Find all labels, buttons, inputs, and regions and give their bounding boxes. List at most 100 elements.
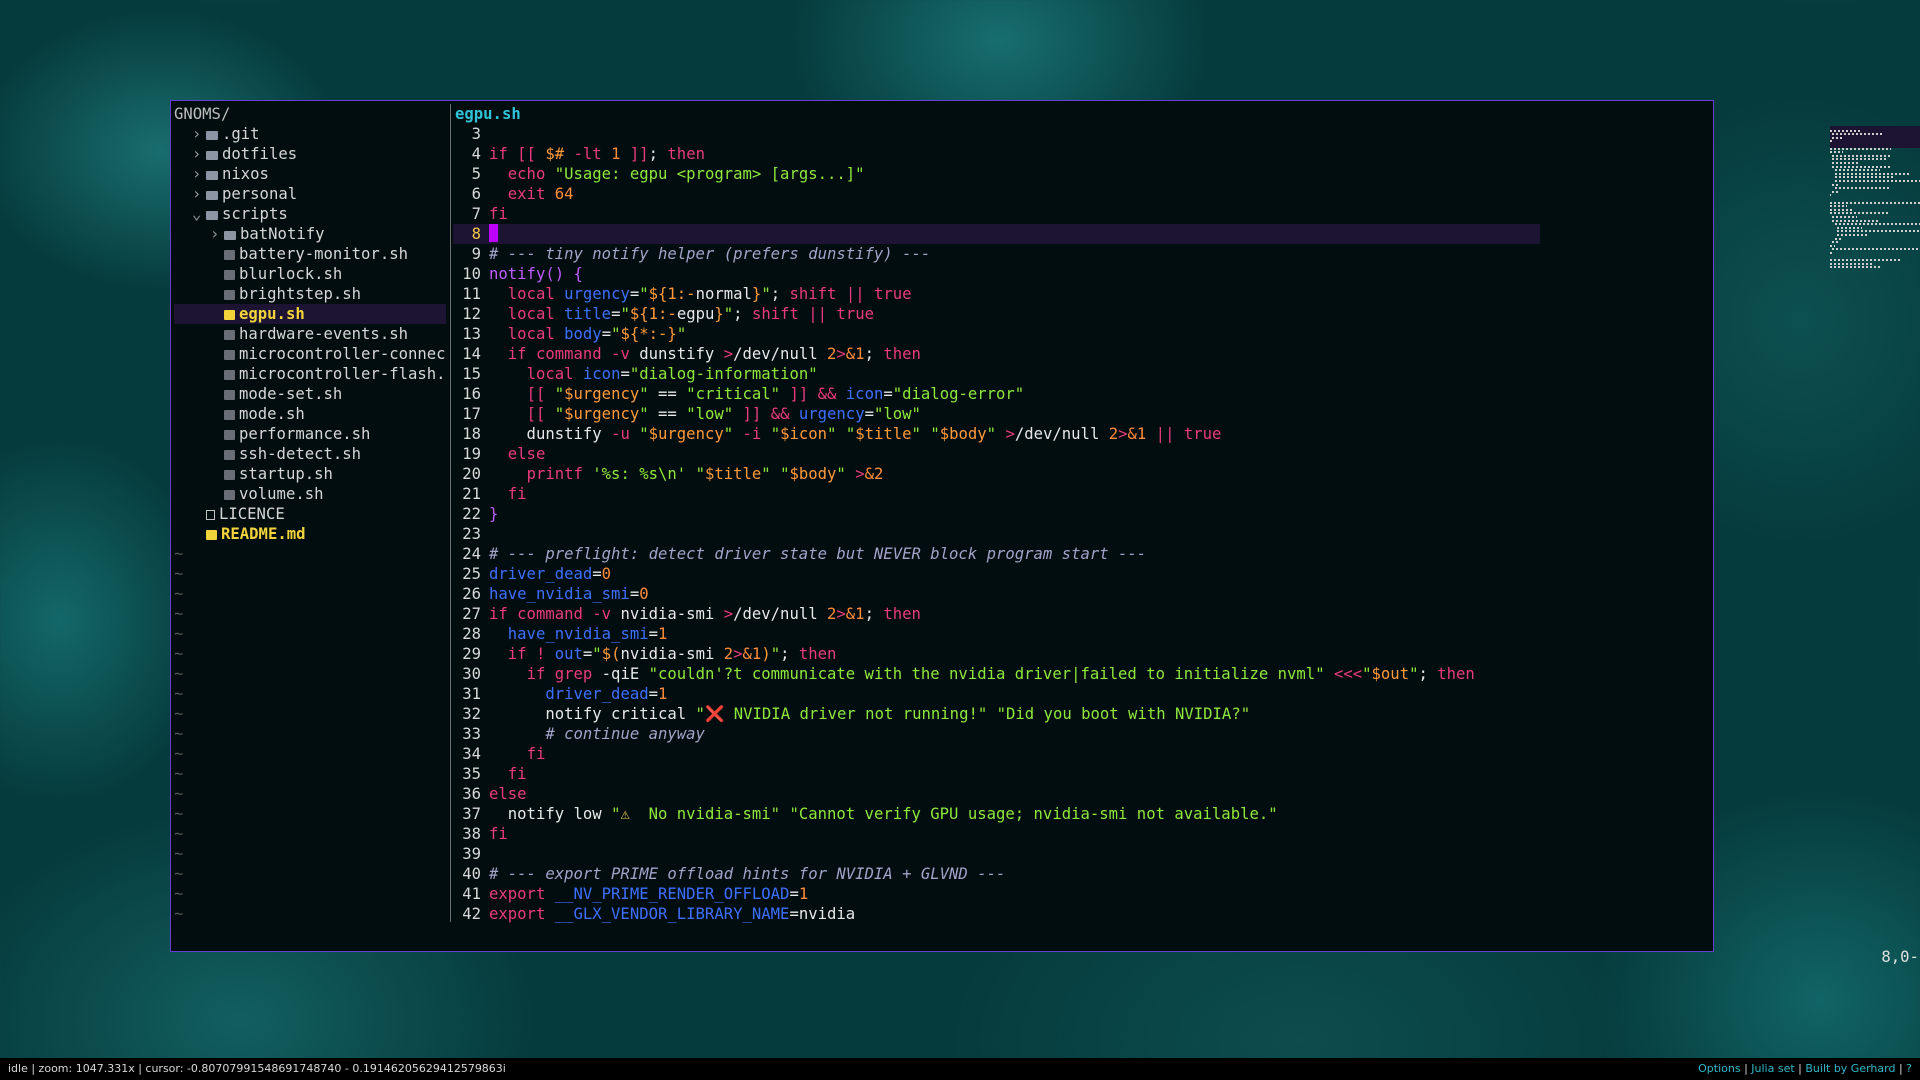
code-line[interactable]: 8 xyxy=(453,224,1540,244)
file-icon xyxy=(224,270,235,280)
tree-item[interactable]: egpu.sh xyxy=(174,304,446,324)
minimap-line xyxy=(1832,219,1881,222)
bottom-link[interactable]: ? xyxy=(1906,1062,1912,1075)
code-line[interactable]: 7 fi xyxy=(453,204,1713,224)
code-line[interactable]: 33 # continue anyway xyxy=(453,724,1713,744)
tree-item[interactable]: startup.sh xyxy=(174,464,446,484)
code-line[interactable]: 24 # --- preflight: detect driver state b… xyxy=(453,544,1713,564)
code-token: # continue anyway xyxy=(545,725,705,743)
code-line[interactable]: 12 local title="${1:-egpu}"; shift || tr… xyxy=(453,304,1713,324)
code-lines[interactable]: 3 4 if [[ $# -lt 1 ]]; then 5 echo "Usage: … xyxy=(453,124,1713,924)
tree-item[interactable]: › .git xyxy=(174,124,446,144)
link-separator: | xyxy=(1794,1062,1806,1075)
line-number: 3 xyxy=(471,125,481,143)
code-line[interactable]: 10 notify() { xyxy=(453,264,1713,284)
tree-item[interactable]: microcontroller-connec xyxy=(174,344,446,364)
code-line[interactable]: 37 notify low "⚠ No nvidia-smi" "Cannot … xyxy=(453,804,1713,824)
tree-item[interactable]: mode-set.sh xyxy=(174,384,446,404)
code-line[interactable]: 18 dunstify -u "$urgency" -i "$icon" "$t… xyxy=(453,424,1713,444)
code-line[interactable]: 31 driver_dead=1 xyxy=(453,684,1713,704)
tree-item[interactable]: performance.sh xyxy=(174,424,446,444)
file-icon xyxy=(224,410,235,420)
code-token: " xyxy=(911,425,921,443)
line-number: 4 xyxy=(471,145,481,163)
code-line[interactable]: 30 if grep -qiE "couldn'?t communicate w… xyxy=(453,664,1713,684)
code-line[interactable]: 5 echo "Usage: egpu <program> [args...]" xyxy=(453,164,1713,184)
tree-item[interactable]: mode.sh xyxy=(174,404,446,424)
tree-item[interactable]: volume.sh xyxy=(174,484,446,504)
code-line[interactable]: 19 else xyxy=(453,444,1713,464)
chevron-right-icon[interactable]: › xyxy=(192,184,206,204)
code-token: ]] && xyxy=(780,385,846,403)
chevron-right-icon[interactable]: › xyxy=(192,124,206,144)
code-line[interactable]: 21 fi xyxy=(453,484,1713,504)
code-line[interactable]: 35 fi xyxy=(453,764,1713,784)
code-line[interactable]: 25 driver_dead=0 xyxy=(453,564,1713,584)
minimap[interactable] xyxy=(1830,126,1920,286)
code-line[interactable]: 41 export __NV_PRIME_RENDER_OFFLOAD=1 xyxy=(453,884,1713,904)
tree-item[interactable]: battery-monitor.sh xyxy=(174,244,446,264)
code-line[interactable]: 27 if command -v nvidia-smi >/dev/null 2>… xyxy=(453,604,1713,624)
chevron-right-icon[interactable]: › xyxy=(192,164,206,184)
tree-item[interactable]: ⌄ scripts xyxy=(174,204,446,224)
code-line[interactable]: 11 local urgency="${1:-normal}"; shift |… xyxy=(453,284,1713,304)
code-line[interactable]: 26 have_nvidia_smi=0 xyxy=(453,584,1713,604)
tree-item[interactable]: › dotfiles xyxy=(174,144,446,164)
code-line[interactable]: 23 xyxy=(453,524,1713,544)
code-line[interactable]: 9 # --- tiny notify helper (prefers dunst… xyxy=(453,244,1713,264)
code-line[interactable]: 3 xyxy=(453,124,1713,144)
code-line[interactable]: 13 local body="${*:-}" xyxy=(453,324,1713,344)
buffer-filename[interactable]: egpu.sh xyxy=(453,104,1713,124)
code-line[interactable]: 17 [[ "$urgency" == "low" ]] && urgency=… xyxy=(453,404,1713,424)
code-line[interactable]: 42 export __GLX_VENDOR_LIBRARY_NAME=nvidi… xyxy=(453,904,1713,924)
code-line[interactable]: 40 # --- export PRIME offload hints for N… xyxy=(453,864,1713,884)
editor-pane[interactable]: egpu.sh 3 4 if [[ $# -lt 1 ]]; then 5 echo … xyxy=(453,104,1920,966)
empty-line-marker: ~ xyxy=(174,665,184,683)
code-token: if ! xyxy=(507,645,555,663)
minimap-line xyxy=(1830,201,1920,204)
chevron-right-icon[interactable]: › xyxy=(210,224,224,244)
tree-item[interactable]: hardware-events.sh xyxy=(174,324,446,344)
chevron-down-icon[interactable]: ⌄ xyxy=(192,204,206,224)
code-line[interactable]: 4 if [[ $# -lt 1 ]]; then xyxy=(453,144,1713,164)
code-line[interactable]: 29 if ! out="$(nvidia-smi 2>&1)"; then xyxy=(453,644,1713,664)
code-line[interactable]: 28 have_nvidia_smi=1 xyxy=(453,624,1713,644)
code-line[interactable]: 39 xyxy=(453,844,1713,864)
code-line[interactable]: 32 notify critical "❌ NVIDIA driver not … xyxy=(453,704,1713,724)
tree-item-label: microcontroller-connec xyxy=(239,345,446,363)
bottom-link[interactable]: Built by Gerhard xyxy=(1805,1062,1895,1075)
code-token: = xyxy=(864,405,874,423)
tree-item[interactable]: › personal xyxy=(174,184,446,204)
tree-item[interactable]: brightstep.sh xyxy=(174,284,446,304)
code-line[interactable]: 22} xyxy=(453,504,1713,524)
code-line[interactable]: 38 fi xyxy=(453,824,1713,844)
tree-item[interactable]: › nixos xyxy=(174,164,446,184)
code-token: exit xyxy=(507,185,555,203)
tree-item[interactable]: blurlock.sh xyxy=(174,264,446,284)
code-token: <<< xyxy=(1333,665,1363,683)
code-token: [[ xyxy=(526,385,555,403)
tree-item[interactable]: ssh-detect.sh xyxy=(174,444,446,464)
tree-item[interactable]: LICENCE xyxy=(174,504,446,524)
bottom-link[interactable]: Options xyxy=(1698,1062,1740,1075)
tree-item[interactable]: README.md xyxy=(174,524,446,544)
code-token: " xyxy=(592,645,602,663)
code-line[interactable]: 14 if command -v dunstify >/dev/null 2>&… xyxy=(453,344,1713,364)
tree-item[interactable]: microcontroller-flash. xyxy=(174,364,446,384)
code-token: 1 xyxy=(658,685,668,703)
code-token: title xyxy=(564,305,612,323)
code-line[interactable]: 36 else xyxy=(453,784,1713,804)
code-token: > xyxy=(1118,425,1128,443)
code-line[interactable]: 20 printf '%s: %s\n' "$title" "$body" >&… xyxy=(453,464,1713,484)
code-line[interactable]: 34 fi xyxy=(453,744,1713,764)
code-token: $title xyxy=(704,465,762,483)
chevron-right-icon[interactable]: › xyxy=(192,144,206,164)
tree-item[interactable]: › batNotify xyxy=(174,224,446,244)
bottom-link[interactable]: Julia set xyxy=(1751,1062,1794,1075)
code-line[interactable]: 15 local icon="dialog-information" xyxy=(453,364,1713,384)
code-line[interactable]: 6 exit 64 xyxy=(453,184,1713,204)
line-number: 42 xyxy=(462,905,481,923)
code-line[interactable]: 16 [[ "$urgency" == "critical" ]] && ico… xyxy=(453,384,1713,404)
